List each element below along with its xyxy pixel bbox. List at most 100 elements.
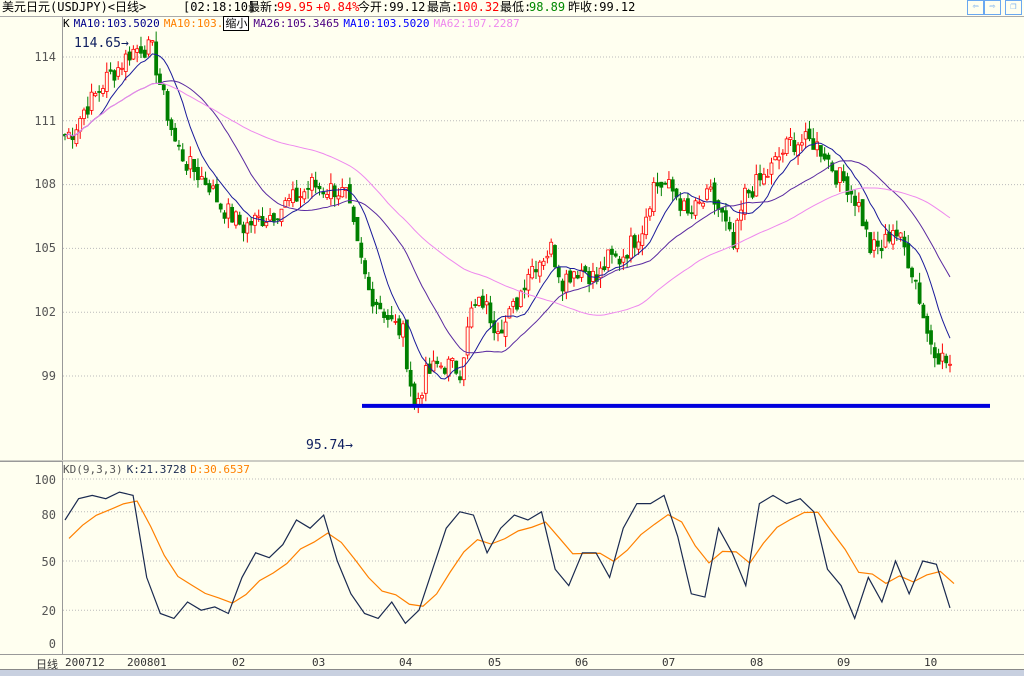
candle-down [534,269,538,273]
candle-down [678,198,683,211]
candle-down [180,149,185,162]
date-label: 02 [232,656,246,669]
candle-up [697,201,702,204]
candle-up [693,200,698,216]
candle-down [818,145,823,157]
date-label: 06 [575,656,589,669]
candle-down [127,51,132,61]
candle-up [446,358,451,377]
candle-down [408,369,413,387]
candle-down [560,280,565,292]
candle-down [241,224,246,234]
candle-down [332,185,337,198]
candle-up [101,88,105,94]
candle-down [913,279,918,282]
candle-up [891,230,895,245]
candle-down [834,170,838,185]
candle-up [940,352,945,362]
candle-up [135,48,140,53]
date-label: 09 [837,656,851,669]
candle-up [591,270,595,282]
candle-up [549,241,554,255]
candle-up [245,222,250,234]
candle-down [454,360,459,374]
candle-up [948,363,952,366]
candle-down [822,153,827,160]
candle-down [480,295,485,308]
candle-up [837,167,842,183]
candle-down [659,181,664,188]
candle-down [218,203,223,210]
candle-up [667,179,671,189]
candle-up [803,131,808,140]
candle-up [420,395,424,399]
candle-up [416,398,421,405]
candle-up [651,182,656,212]
candle-up [302,191,307,200]
candle-down [868,232,873,253]
candle-down [294,187,299,202]
candle-up [461,357,466,381]
candle-up [340,187,345,198]
high-annotation: 114.65→ [74,36,129,51]
candle-up [82,109,86,119]
candle-down [663,182,668,185]
candle-down [359,242,364,258]
candle-down [458,376,462,381]
candle-down [412,383,417,407]
candle-down [97,91,102,93]
candle-up [393,320,398,323]
candle-up [769,162,774,175]
candle-up [705,188,709,200]
candle-down [932,347,937,359]
candle-down [154,41,159,76]
candle-down [442,367,447,374]
candle-up [253,214,257,226]
candle-down [108,69,113,72]
candle-up [287,198,291,202]
candle-up [780,152,785,155]
candle-down [473,304,478,306]
candle-up [526,273,531,291]
candle-down [397,318,402,336]
candle-up [66,131,71,139]
candle-up [328,183,333,200]
candle-up [545,255,550,259]
candle-up [701,202,706,207]
candle-up [469,307,474,328]
candle-down [177,144,181,147]
candle-down [382,311,386,318]
candle-up [682,200,687,211]
candle-down [522,287,527,291]
ma62-line [64,82,951,316]
candle-up [564,273,569,293]
candle-down [921,304,926,319]
date-label: 07 [662,656,676,669]
candle-up [708,186,713,190]
candle-up [648,208,652,217]
candle-up [477,296,481,306]
candle-down [184,164,189,171]
candle-up [439,365,443,368]
candle-up [199,176,204,180]
candle-down [374,301,379,306]
candle-up [636,241,641,250]
candle-down [556,267,561,278]
candle-up [123,53,128,72]
candle-down [746,189,751,194]
candle-down [222,212,227,219]
candle-down [929,330,933,345]
candle-down [249,220,254,226]
candle-down [272,213,276,222]
candle-up [773,156,778,161]
candle-up [234,211,238,226]
candle-up [298,196,303,198]
candle-up [496,331,500,334]
candle-up [93,92,98,97]
candle-down [944,355,949,364]
candle-up [450,358,455,361]
candle-down [849,190,854,195]
candle-down [602,266,607,271]
candle-up [518,290,523,307]
candle-down [826,154,831,160]
